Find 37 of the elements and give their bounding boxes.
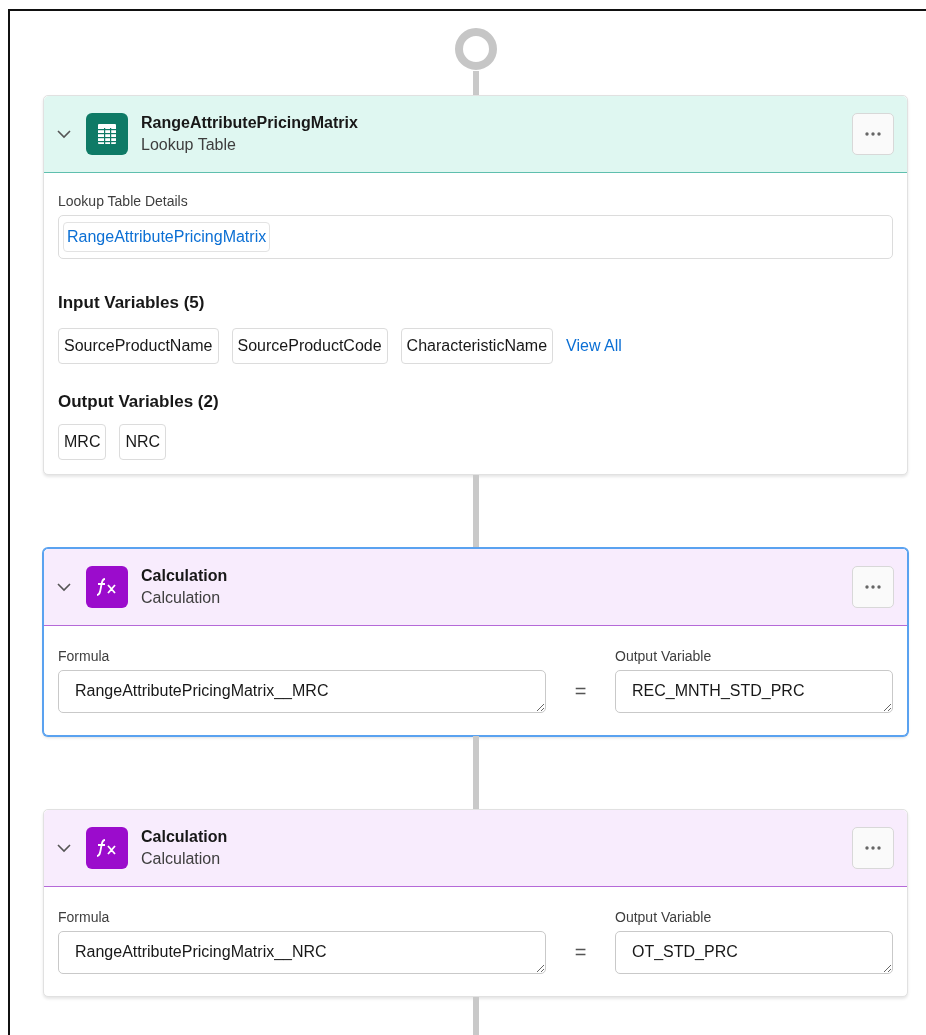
function-icon [86,827,128,869]
more-icon [865,846,881,850]
node-type: Calculation [141,850,222,868]
equals-sign: = [573,680,588,704]
table-icon [86,113,128,155]
field-label: Formula [58,909,111,925]
lookup-table-card[interactable] [43,95,908,475]
function-icon [86,566,128,608]
variable-pill: SourceProductName [58,328,219,364]
output-variable-field[interactable]: OT_STD_PRC [615,931,893,974]
start-node-icon[interactable] [453,27,498,71]
field-label: Output Variable [615,909,713,925]
variable-pill: MRC [58,424,107,460]
node-title: Calculation [141,567,229,585]
calculation-card[interactable]: Calculation Calculation Formula RangeAttributePricingMatrix__MRC = Output Variable REC_MNTH_STD_PRC [43,548,908,736]
view-all-link[interactable]: View All [566,337,622,355]
equals-sign: = [573,941,588,965]
node-title: Calculation [141,828,229,846]
variable-pill: NRC [119,424,167,460]
calculation-card[interactable]: Calculation Calculation Formula RangeAttributePricingMatrix__NRC = Output Variable OT_STD_PRC [43,809,908,997]
output-variable-field[interactable]: REC_MNTH_STD_PRC [615,670,893,713]
variable-pill: SourceProductCode [231,328,388,364]
lookup-table-link[interactable]: RangeAttributePricingMatrix [63,222,271,252]
field-label: Formula [58,648,111,664]
lookup-table-field[interactable]: RangeAttributePricingMatrix [58,215,893,259]
section-heading: Output Variables (2) [58,392,220,412]
more-icon [865,585,881,589]
formula-field[interactable]: RangeAttributePricingMatrix__MRC [58,670,546,713]
node-type: Calculation [141,589,222,607]
variable-pill: CharacteristicName [400,328,554,364]
field-label: Lookup Table Details [58,193,189,209]
field-label: Output Variable [615,648,713,664]
node-title: RangeAttributePricingMatrix [141,114,359,132]
node-type: Lookup Table [141,136,237,154]
section-heading: Input Variables (5) [58,293,206,313]
more-icon [865,132,881,136]
formula-field[interactable]: RangeAttributePricingMatrix__NRC [58,931,546,974]
